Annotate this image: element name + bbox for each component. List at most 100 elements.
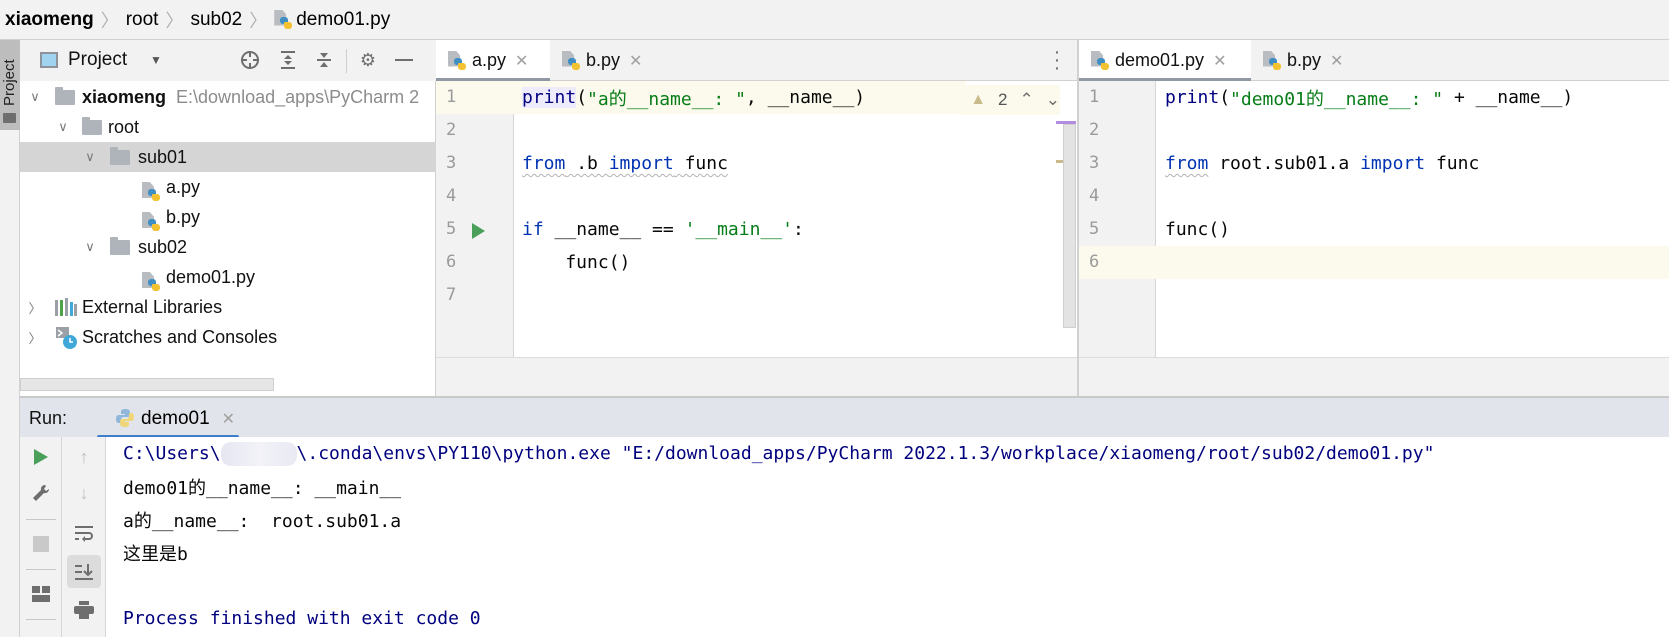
tree-item-label: root [108, 116, 140, 137]
tree-item-root[interactable]: ∨ root [20, 112, 436, 142]
libraries-icon [55, 298, 77, 321]
console-exit-line: Process finished with exit code 0 [123, 608, 481, 629]
warning-count: 2 [998, 90, 1008, 109]
tab-demo01-py[interactable]: demo01.py ✕ [1079, 40, 1251, 82]
warning-icon: ▲ [970, 91, 987, 108]
inspection-widget[interactable]: ▲ 2 ⌃ ⌄ [960, 85, 1060, 115]
python-icon [115, 408, 135, 434]
line-number: 1 [446, 87, 457, 107]
tree-item-xiaomeng[interactable]: ∨ xiaomeng E:\download_apps\PyCharm 2 [20, 82, 436, 112]
toolbar-divider [346, 49, 347, 73]
python-file-icon [1091, 50, 1109, 71]
line-number: 5 [446, 219, 457, 239]
chevron-right-icon[interactable]: 〉 [28, 298, 42, 317]
tree-item-a-py[interactable]: a.py [20, 172, 436, 202]
chevron-right-icon[interactable]: 〉 [28, 328, 42, 347]
tree-item-external-libraries[interactable]: 〉 External Libraries [20, 292, 436, 322]
toolbar-divider [26, 569, 56, 570]
vertical-scrollbar[interactable] [1063, 124, 1076, 328]
close-icon[interactable]: ✕ [1213, 51, 1226, 71]
close-icon[interactable]: ✕ [1330, 51, 1343, 71]
stop-icon[interactable] [26, 529, 56, 559]
close-icon[interactable]: ✕ [222, 409, 235, 429]
code-line-3: from root.sub01.a import func [1165, 153, 1480, 174]
editor-bottom-area [1079, 357, 1669, 396]
close-icon[interactable]: ✕ [629, 51, 642, 71]
run-gutter-icon[interactable] [472, 223, 485, 239]
run-panel-label: Run: [29, 408, 68, 428]
previous-highlight-icon[interactable]: ⌃ [1020, 90, 1034, 110]
line-number: 5 [1089, 219, 1100, 239]
chevron-down-icon[interactable]: ∨ [83, 239, 97, 255]
chevron-down-icon[interactable]: ∨ [28, 89, 42, 105]
hide-icon[interactable] [392, 48, 416, 72]
layout-icon[interactable] [26, 579, 56, 609]
soft-wrap-icon[interactable] [69, 519, 99, 549]
scroll-to-end-icon[interactable] [67, 555, 101, 588]
project-view-icon [40, 52, 58, 68]
up-arrow-icon[interactable]: ↑ [69, 442, 99, 472]
line-number: 7 [446, 285, 457, 305]
locate-icon[interactable] [238, 48, 262, 72]
tree-item-label: b.py [166, 206, 201, 227]
editor-tab-bar: demo01.py ✕ b.py ✕ [1079, 40, 1669, 82]
run-tab-label: demo01 [141, 407, 210, 429]
breadcrumb-separator: 〉 [165, 10, 184, 31]
down-arrow-icon[interactable]: ↓ [69, 478, 99, 508]
tab-b-py[interactable]: b.py ✕ [550, 40, 660, 81]
breadcrumb-item-file[interactable]: demo01.py [296, 9, 390, 31]
chevron-down-icon[interactable]: ∨ [56, 119, 70, 135]
code-line-5: func() [1165, 219, 1231, 240]
project-path: E:\download_apps\PyCharm 2 [176, 86, 420, 107]
line-number: 3 [446, 153, 457, 173]
print-icon[interactable] [69, 595, 99, 625]
project-tool-window-button[interactable]: Project [0, 40, 20, 130]
line-number: 1 [1089, 87, 1100, 107]
breadcrumb-item-project[interactable]: xiaomeng [5, 9, 94, 31]
chevron-down-icon[interactable]: ▼ [150, 53, 162, 67]
run-panel-header: Run: demo01 ✕ [20, 396, 1669, 439]
folder-icon [110, 236, 130, 255]
breadcrumb-separator: 〉 [100, 10, 119, 31]
collapse-all-icon[interactable] [312, 48, 336, 72]
breadcrumb-item-root[interactable]: root [126, 9, 159, 31]
tree-item-sub01[interactable]: ∨ sub01 [20, 142, 436, 172]
tab-b-py[interactable]: b.py ✕ [1251, 40, 1363, 81]
horizontal-scrollbar[interactable] [20, 378, 274, 391]
chevron-down-icon[interactable]: ∨ [83, 149, 97, 165]
line-number: 2 [1089, 120, 1100, 140]
tree-item-label: a.py [166, 176, 201, 197]
redacted-username [220, 441, 297, 466]
console-output-line: demo01的__name__: __main__ [123, 477, 402, 499]
current-line-highlight [1079, 246, 1669, 279]
expand-all-icon[interactable] [276, 48, 300, 72]
breadcrumb-item-sub02[interactable]: sub02 [190, 9, 242, 31]
gear-icon[interactable]: ⚙ [356, 48, 380, 72]
project-tool-window-label: Project [1, 59, 18, 106]
python-file-icon [448, 50, 466, 71]
tree-item-demo01-py[interactable]: demo01.py [20, 262, 436, 292]
wrench-icon[interactable] [26, 478, 56, 508]
tab-label: b.py [586, 50, 621, 70]
folder-icon [55, 86, 75, 105]
tab-a-py[interactable]: a.py ✕ [436, 40, 550, 82]
run-panel-body: ↑ ↓ C:\Users\ \.conda\envs\PY110\python.e… [20, 437, 1669, 637]
tab-label: a.py [472, 50, 507, 70]
rerun-icon[interactable] [26, 442, 56, 472]
project-view-selector[interactable]: Project [68, 49, 127, 71]
python-file-icon [562, 50, 580, 71]
code-line-6: func() [522, 252, 631, 273]
folder-icon [82, 116, 102, 135]
more-options-icon[interactable]: · · · [1052, 42, 1062, 78]
line-number: 6 [446, 252, 457, 272]
close-icon[interactable]: ✕ [515, 51, 528, 71]
tree-item-scratches[interactable]: 〉 Scratches and Consoles [20, 322, 436, 352]
left-editor: a.py ✕ b.py ✕ · · · 1 2 3 4 5 6 7 print("a… [436, 40, 1078, 396]
next-highlight-icon[interactable]: ⌄ [1046, 90, 1060, 110]
run-tab-demo01[interactable]: demo01 ✕ [97, 398, 239, 439]
toolbar-divider [26, 519, 56, 520]
tree-item-b-py[interactable]: b.py [20, 202, 436, 232]
line-number: 4 [446, 186, 457, 206]
folder-icon [3, 113, 16, 123]
tree-item-sub02[interactable]: ∨ sub02 [20, 232, 436, 262]
